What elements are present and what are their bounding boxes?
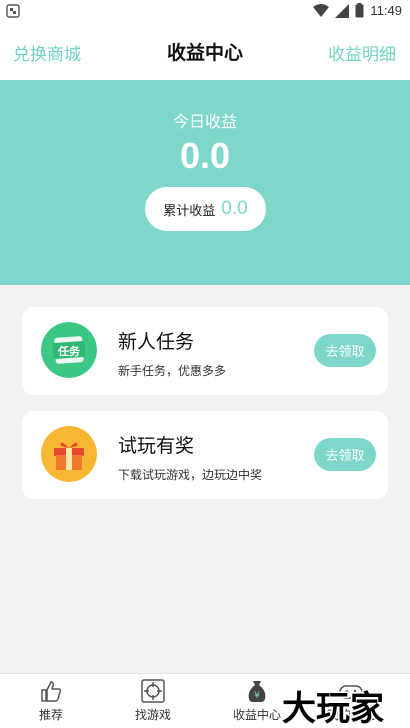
- tab-find-games[interactable]: 找游戏: [118, 678, 188, 726]
- task-icon: 任务: [41, 322, 97, 378]
- card-title: 试玩有奖: [118, 435, 195, 457]
- wifi-icon: [313, 3, 330, 17]
- money-bag-icon: ¥: [248, 681, 266, 702]
- watermark-text: 大玩家: [282, 689, 384, 728]
- total-earnings-pill: 累计收益 0.0: [145, 187, 266, 231]
- claim-button[interactable]: 去领取: [314, 334, 376, 367]
- gift-icon: [41, 426, 97, 482]
- tab-recommend[interactable]: 推荐: [16, 678, 86, 726]
- earnings-detail-link[interactable]: 收益明细: [328, 40, 396, 65]
- card-title: 新人任务: [118, 331, 195, 353]
- trial-reward-card[interactable]: 试玩有奖 下载试玩游戏，边玩边中奖 去领取: [22, 411, 388, 499]
- today-earnings-label: 今日收益: [172, 112, 237, 131]
- total-earnings-value: 0.0: [221, 198, 248, 219]
- status-bar: 11:49: [0, 0, 410, 22]
- svg-text:¥: ¥: [254, 691, 260, 701]
- thumb-up-icon: [41, 681, 62, 702]
- tab-label: 推荐: [38, 708, 63, 722]
- task-icon-label: 任务: [57, 344, 81, 358]
- notification-icon: [6, 4, 20, 18]
- status-time: 11:49: [370, 3, 402, 18]
- crosshair-icon: [141, 679, 165, 703]
- claim-button[interactable]: 去领取: [314, 438, 376, 471]
- card-description: 新手任务，优惠多多: [118, 364, 227, 378]
- battery-icon: [355, 3, 364, 18]
- today-earnings-value: 0.0: [179, 135, 231, 176]
- total-earnings-label: 累计收益: [163, 203, 216, 219]
- newbie-task-card[interactable]: 任务 新人任务 新手任务，优惠多多 去领取: [22, 307, 388, 395]
- watermark-logo: 大玩家: [281, 688, 386, 728]
- signal-icon: [335, 3, 350, 18]
- tab-label: 找游戏: [134, 708, 171, 722]
- card-description: 下载试玩游戏，边玩边中奖: [118, 468, 263, 482]
- nav-bar: 兑换商城 收益中心 收益明细: [0, 22, 410, 80]
- earnings-summary-panel: 今日收益 0.0 累计收益 0.0: [0, 80, 410, 285]
